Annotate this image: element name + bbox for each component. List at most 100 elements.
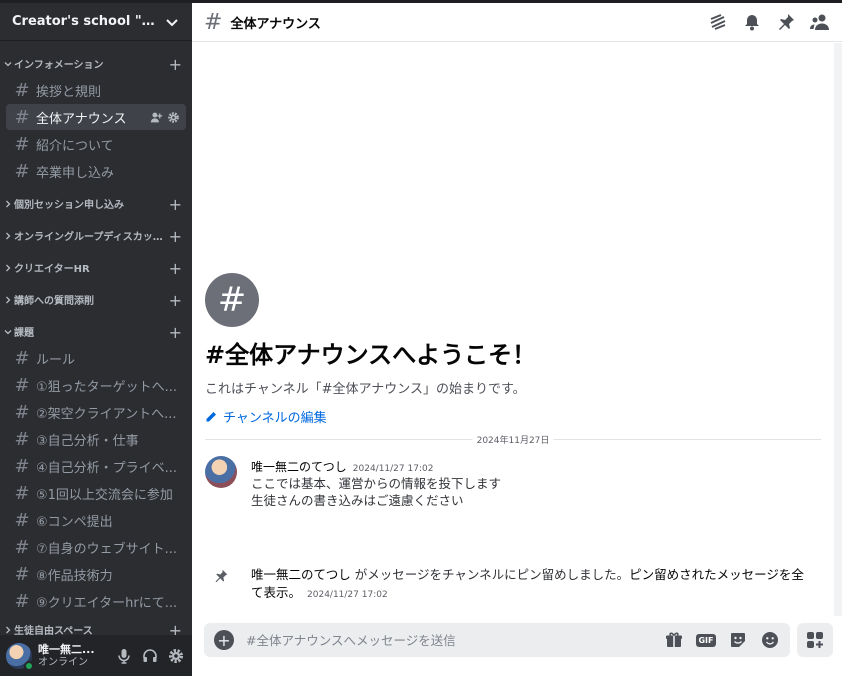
invite-icon[interactable] bbox=[150, 111, 163, 124]
settings-gear-icon[interactable] bbox=[166, 646, 186, 666]
category-assignments[interactable]: 課題 + bbox=[0, 313, 192, 345]
channel-introductions[interactable]: # 紹介について bbox=[6, 131, 186, 157]
add-channel-icon[interactable]: + bbox=[169, 229, 182, 245]
channel-rules[interactable]: # ルール bbox=[6, 345, 186, 371]
edit-channel-label: チャンネルの編集 bbox=[223, 411, 327, 426]
server-name: Creator's school "BEYO... bbox=[12, 14, 162, 29]
category-name: インフォメーション bbox=[14, 60, 104, 71]
category-name: オンライングループディスカッ... bbox=[14, 232, 164, 243]
threads-icon[interactable] bbox=[708, 12, 728, 32]
message-composer: + GIF bbox=[204, 623, 790, 657]
channel-task-3[interactable]: # ③自己分析・仕事 bbox=[6, 426, 186, 452]
system-message-author[interactable]: 唯一無二のてつし bbox=[251, 567, 351, 582]
hash-icon: # bbox=[14, 160, 30, 182]
category-sessions[interactable]: 個別セッション申し込み + bbox=[0, 185, 192, 217]
category-name: 個別セッション申し込み bbox=[14, 200, 124, 211]
edit-channel-link[interactable]: チャンネルの編集 bbox=[205, 407, 536, 426]
channel-welcome: # #全体アナウンスへようこそ！ これはチャンネル「#全体アナウンス」の始まりで… bbox=[205, 273, 536, 426]
channel-greeting-rules[interactable]: # 挨拶と規則 bbox=[6, 77, 186, 103]
chevron-down-icon bbox=[166, 18, 178, 26]
gift-icon[interactable] bbox=[664, 630, 684, 650]
chevron-right-icon bbox=[6, 296, 11, 303]
channel-label: ②架空クライアントへ... bbox=[36, 406, 177, 422]
channel-label: ⑤1回以上交流会に参加 bbox=[36, 487, 173, 503]
hash-icon: # bbox=[14, 401, 30, 423]
channel-task-2[interactable]: # ②架空クライアントへ... bbox=[6, 399, 186, 425]
pencil-icon bbox=[206, 411, 216, 421]
emoji-icon[interactable] bbox=[760, 630, 780, 650]
microphone-icon[interactable] bbox=[114, 646, 134, 666]
chevron-right-icon bbox=[6, 264, 11, 271]
channel-task-4[interactable]: # ④自己分析・プライベ... bbox=[6, 453, 186, 479]
hash-icon: # bbox=[14, 428, 30, 450]
user-status: オンライン bbox=[38, 656, 88, 668]
hash-icon: # bbox=[14, 79, 30, 101]
channel-label: ⑥コンペ提出 bbox=[36, 514, 113, 530]
category-info[interactable]: インフォメーション + bbox=[0, 45, 192, 77]
message-line: ここでは基本、運営からの情報を投下します bbox=[251, 476, 502, 491]
channel-announcements[interactable]: # 全体アナウンス bbox=[6, 104, 186, 130]
category-creator-hr[interactable]: クリエイターHR + bbox=[0, 249, 192, 281]
channel-task-6[interactable]: # ⑥コンペ提出 bbox=[6, 507, 186, 533]
pin-icon bbox=[215, 569, 228, 583]
channel-label: ⑨クリエイターhrにて... bbox=[36, 595, 178, 611]
date-divider-label: 2024年11月27日 bbox=[472, 433, 554, 446]
message-timestamp: 2024/11/27 17:02 bbox=[352, 464, 434, 474]
date-divider: 2024年11月27日 bbox=[205, 433, 821, 446]
channel-task-7[interactable]: # ⑦自身のウェブサイト... bbox=[6, 534, 186, 560]
add-channel-icon[interactable]: + bbox=[169, 57, 182, 73]
hash-icon: # bbox=[14, 374, 30, 396]
add-attachment-icon[interactable]: + bbox=[214, 630, 234, 650]
channel-task-1[interactable]: # ①狙ったターゲットへ... bbox=[6, 372, 186, 398]
avatar[interactable] bbox=[205, 456, 237, 488]
server-header[interactable]: Creator's school "BEYO... bbox=[0, 3, 192, 41]
gear-icon[interactable] bbox=[167, 111, 180, 124]
pin-icon[interactable] bbox=[776, 12, 796, 32]
add-channel-icon[interactable]: + bbox=[169, 293, 182, 309]
avatar[interactable] bbox=[6, 642, 34, 671]
hash-icon: # bbox=[14, 482, 30, 504]
channel-task-8[interactable]: # ⑧作品技術力 bbox=[6, 561, 186, 587]
chevron-right-icon bbox=[6, 200, 11, 207]
hash-icon: # bbox=[14, 455, 30, 477]
add-channel-icon[interactable]: + bbox=[169, 197, 182, 213]
message-input[interactable] bbox=[246, 632, 664, 648]
system-message-pin: 唯一無二のてつし がメッセージをチャンネルにピン留めしました。ピン留めされたメッ… bbox=[205, 566, 815, 604]
apps-icon[interactable] bbox=[797, 623, 833, 657]
channel-sidebar: Creator's school "BEYO... インフォメーション + # 挨… bbox=[0, 3, 192, 676]
add-channel-icon[interactable]: + bbox=[169, 325, 182, 341]
user-info[interactable]: 唯一無二... オンライン bbox=[38, 643, 114, 669]
system-message-text: がメッセージをチャンネルにピン留めしました。 bbox=[350, 567, 630, 582]
online-status-icon bbox=[24, 660, 34, 671]
gif-icon[interactable]: GIF bbox=[696, 630, 716, 650]
channel-label: ⑧作品技術力 bbox=[36, 568, 113, 584]
add-channel-icon[interactable]: + bbox=[169, 261, 182, 277]
channel-label: ①狙ったターゲットへ... bbox=[36, 379, 178, 395]
members-icon[interactable] bbox=[810, 12, 830, 32]
bell-icon[interactable] bbox=[742, 12, 762, 32]
channel-header: # 全体アナウンス bbox=[192, 3, 842, 42]
hash-icon: # bbox=[14, 536, 30, 558]
channel-label: ③自己分析・仕事 bbox=[36, 433, 139, 449]
message-item[interactable]: 唯一無二のてつし 2024/11/27 17:02 ここでは基本、運営からの情報を… bbox=[205, 456, 815, 509]
chevron-right-icon bbox=[6, 232, 11, 239]
hash-icon: # bbox=[14, 347, 30, 369]
user-panel: 唯一無二... オンライン bbox=[0, 635, 192, 676]
channel-label: 挨拶と規則 bbox=[36, 84, 102, 100]
category-group-discussion[interactable]: オンライングループディスカッ... + bbox=[0, 217, 192, 249]
message-author[interactable]: 唯一無二のてつし bbox=[251, 460, 347, 474]
category-name: 講師への質問添削 bbox=[14, 296, 94, 307]
channel-label: 紹介について bbox=[36, 138, 114, 154]
welcome-title: #全体アナウンスへようこそ！ bbox=[205, 341, 537, 369]
channel-task-5[interactable]: # ⑤1回以上交流会に参加 bbox=[6, 480, 186, 506]
hash-icon: # bbox=[14, 590, 30, 612]
channel-graduation[interactable]: # 卒業申し込み bbox=[6, 158, 186, 184]
user-name: 唯一無二... bbox=[38, 642, 95, 656]
category-questions[interactable]: 講師への質問添削 + bbox=[0, 281, 192, 313]
category-name: 課題 bbox=[14, 328, 34, 339]
scrollbar[interactable] bbox=[834, 43, 842, 616]
headphones-icon[interactable] bbox=[140, 646, 160, 666]
sticker-icon[interactable] bbox=[728, 630, 748, 650]
channel-task-9[interactable]: # ⑨クリエイターhrにて... bbox=[6, 588, 186, 614]
channel-hash-icon: # bbox=[205, 273, 259, 327]
